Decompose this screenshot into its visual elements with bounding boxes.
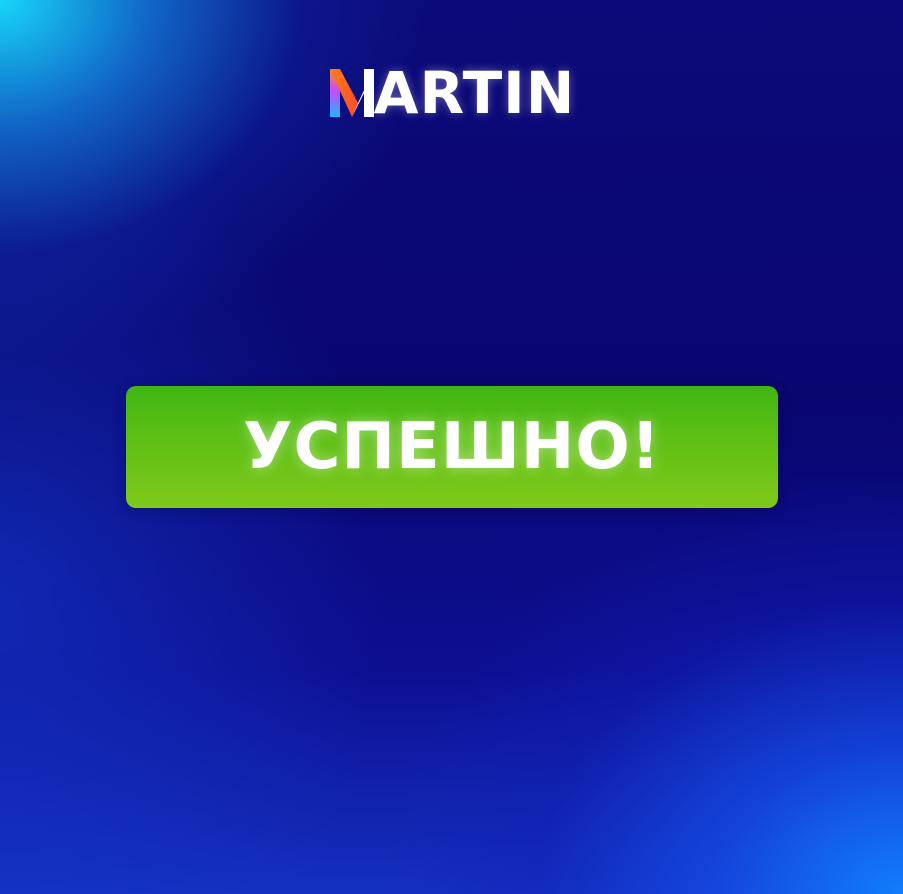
logo-m-icon — [329, 69, 374, 117]
brand-logo: ARTIN — [0, 62, 903, 122]
success-message: УСПЕШНО! — [243, 410, 661, 484]
brand-name: ARTIN — [373, 59, 576, 127]
brand-logo-group: ARTIN — [328, 59, 576, 127]
success-banner: УСПЕШНО! — [126, 386, 778, 508]
